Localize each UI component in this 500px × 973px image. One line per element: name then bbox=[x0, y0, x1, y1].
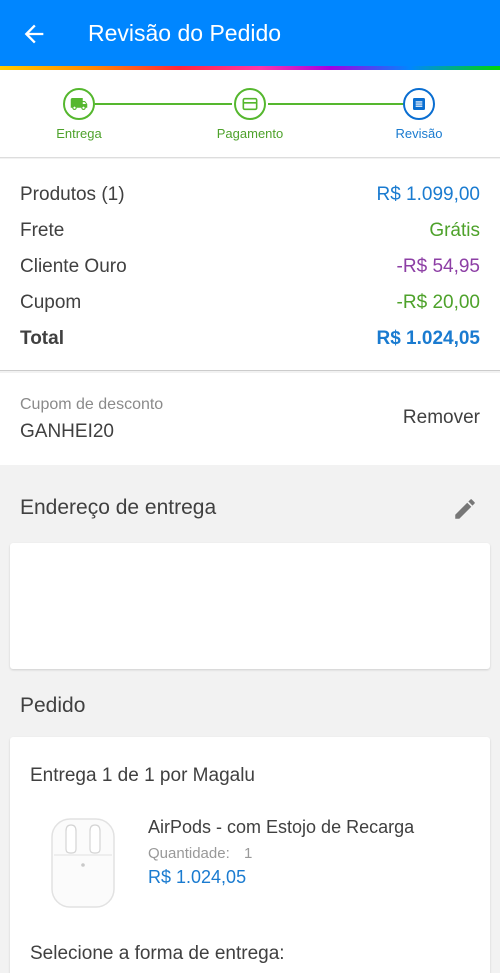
card-icon bbox=[242, 97, 258, 111]
step-entrega[interactable]: Entrega bbox=[19, 88, 139, 141]
summary-row-total: Total R$ 1.024,05 bbox=[20, 328, 480, 352]
summary-row-frete: Frete Grátis bbox=[20, 220, 480, 244]
edit-pencil-icon[interactable] bbox=[452, 496, 478, 522]
product-price: R$ 1.024,05 bbox=[148, 867, 247, 887]
back-arrow-icon[interactable] bbox=[20, 20, 48, 48]
summary-value: -R$ 20,00 bbox=[396, 292, 480, 313]
app-bar: Revisão do Pedido bbox=[0, 0, 500, 66]
page-title: Revisão do Pedido bbox=[88, 20, 282, 46]
step-label: Pagamento bbox=[216, 126, 284, 141]
quantity-label: Quantidade: bbox=[148, 845, 230, 862]
step-label: Revisão bbox=[395, 126, 443, 141]
summary-label: Produtos (1) bbox=[20, 184, 125, 205]
product-name[interactable]: AirPods - com Estojo de Recarga bbox=[148, 817, 414, 838]
order-section-title: Pedido bbox=[20, 694, 86, 717]
document-icon bbox=[413, 98, 425, 110]
coupon-caption: Cupom de desconto bbox=[20, 396, 164, 413]
summary-row-cliente-ouro: Cliente Ouro -R$ 54,95 bbox=[20, 256, 480, 280]
summary-row-cupom: Cupom -R$ 20,00 bbox=[20, 292, 480, 316]
quantity-value: 1 bbox=[244, 845, 253, 862]
step-circle bbox=[63, 88, 95, 120]
address-section-title: Endereço de entrega bbox=[20, 496, 217, 519]
product-image[interactable] bbox=[48, 815, 118, 911]
checkout-stepper: Entrega Pagamento Revisão bbox=[0, 70, 500, 158]
step-pagamento[interactable]: Pagamento bbox=[190, 88, 310, 141]
step-circle bbox=[403, 88, 435, 120]
summary-label: Total bbox=[20, 328, 64, 349]
summary-value: R$ 1.099,00 bbox=[376, 184, 480, 205]
order-summary: Produtos (1) R$ 1.099,00 Frete Grátis Cl… bbox=[0, 159, 500, 371]
order-card: Entrega 1 de 1 por Magalu AirPods - com … bbox=[10, 737, 490, 973]
summary-row-produtos: Produtos (1) R$ 1.099,00 bbox=[20, 184, 480, 208]
step-label: Entrega bbox=[56, 126, 102, 141]
delivery-label: Entrega 1 de 1 por Magalu bbox=[30, 765, 255, 786]
summary-value: Grátis bbox=[429, 220, 480, 241]
address-card[interactable] bbox=[10, 543, 490, 669]
select-delivery-label: Selecione a forma de entrega: bbox=[30, 943, 285, 964]
summary-value: R$ 1.024,05 bbox=[376, 328, 480, 349]
step-circle bbox=[234, 88, 266, 120]
summary-label: Cupom bbox=[20, 292, 82, 313]
coupon-section: Cupom de desconto GANHEI20 Remover bbox=[0, 373, 500, 465]
step-revisao[interactable]: Revisão bbox=[359, 88, 479, 141]
remove-coupon-button[interactable]: Remover bbox=[403, 407, 480, 429]
coupon-code: GANHEI20 bbox=[20, 421, 114, 442]
truck-icon bbox=[70, 98, 88, 110]
summary-label: Cliente Ouro bbox=[20, 256, 127, 277]
summary-label: Frete bbox=[20, 220, 65, 241]
summary-value: -R$ 54,95 bbox=[396, 256, 480, 277]
